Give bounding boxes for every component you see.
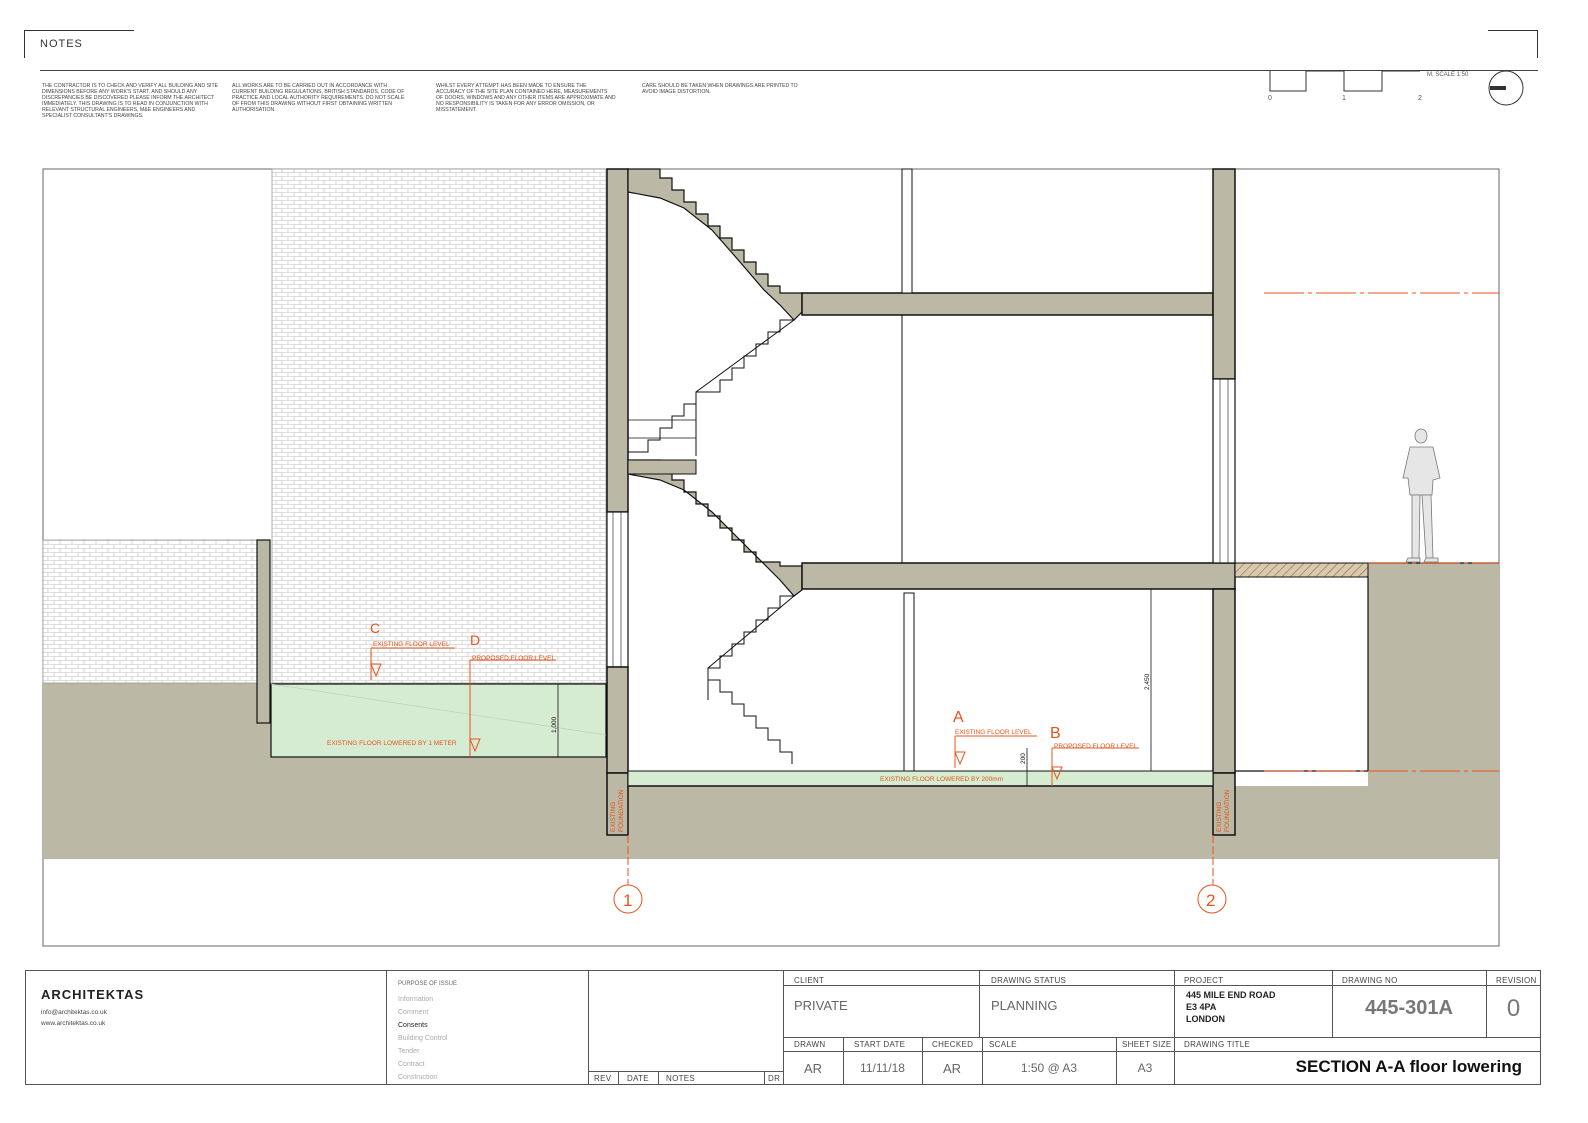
purpose-construction: Construction <box>398 1074 438 1081</box>
drawn-value: AR <box>803 1061 823 1076</box>
left-lowered-note: EXISTING FLOOR LOWERED BY 1 METER <box>327 740 457 747</box>
client-value: PRIVATE <box>794 998 848 1013</box>
company-website[interactable]: www.architektas.co.uk <box>41 1020 105 1027</box>
scale-label: SCALE <box>989 1040 1017 1049</box>
purpose-comment: Comment <box>398 1009 429 1016</box>
rear-wall-upper <box>606 168 629 513</box>
grid-label-1: 1 <box>623 891 632 910</box>
project-line-2: E3 4PA <box>1186 1002 1217 1012</box>
rev-col-rev: REV <box>594 1074 612 1083</box>
dim-200: 200 <box>1020 753 1027 764</box>
rev-col-dr: DR <box>768 1074 781 1083</box>
left-existing-level: EXISTING FLOOR LEVEL <box>373 641 450 648</box>
ground-right <box>1368 563 1499 859</box>
status-value: PLANNING <box>991 998 1058 1013</box>
ground-floor-slab <box>801 562 1236 590</box>
checked-value: AR <box>942 1061 962 1076</box>
drawing-no-label: DRAWING NO <box>1342 976 1398 985</box>
stair-flight-upper <box>627 168 803 321</box>
sheet-size-label: SHEET SIZE <box>1122 1040 1172 1049</box>
foundation-left-line2: FOUNDATION <box>618 789 625 832</box>
marker-a: A <box>953 709 964 726</box>
mid-proposed-level: PROPOSED FLOOR LEVEL <box>1054 743 1137 750</box>
project-address: 445 MILE END ROAD E3 4PA LONDON <box>1186 989 1276 1025</box>
client-label: CLIENT <box>794 976 825 985</box>
boundary-brick-wall <box>42 539 258 684</box>
foundation-right-line2: FOUNDATION <box>1224 789 1231 832</box>
garden-wall <box>256 539 271 724</box>
title-block: ARCHITEKTAS info@architektas.co.uk www.a… <box>25 970 1541 1085</box>
front-window <box>1212 378 1236 564</box>
marker-b: B <box>1050 725 1061 742</box>
mid-existing-level: EXISTING FLOOR LEVEL <box>955 729 1032 736</box>
project-label: PROJECT <box>1184 976 1224 985</box>
scale-person-figure <box>1402 428 1441 563</box>
drawing-title-value: SECTION A-A floor lowering <box>1295 1057 1522 1076</box>
section-drawing: 1 2 C D EXISTING FLOOR LEVEL PROPOSED FL… <box>42 168 1500 947</box>
marker-d: D <box>470 632 480 648</box>
company-email[interactable]: info@architektas.co.uk <box>41 1009 107 1016</box>
drawing-no-value: 445-301A <box>1365 997 1453 1019</box>
purpose-contract: Contract <box>398 1061 425 1068</box>
foundation-right-line1: EXISTING <box>1216 802 1223 832</box>
purpose-list: Information Comment Consents Building Co… <box>398 993 447 1084</box>
purpose-consents: Consents <box>398 1022 428 1029</box>
company-name: ARCHITEKTAS <box>41 987 145 1002</box>
mid-lowered-note: EXISTING FLOOR LOWERED BY 200mm <box>880 776 1003 783</box>
purpose-building-control: Building Control <box>398 1035 448 1042</box>
foundation-left-line1: EXISTING <box>610 802 617 832</box>
sheet-size-value: A3 <box>1137 1061 1153 1075</box>
drawing-title-label: DRAWING TITLE <box>1184 1040 1251 1049</box>
revision-value: 0 <box>1506 995 1521 1022</box>
marker-c: C <box>370 620 380 636</box>
front-wall-upper <box>1212 168 1236 380</box>
front-wall-lower <box>1212 588 1236 774</box>
first-floor-slab <box>801 292 1214 316</box>
checked-label: CHECKED <box>932 1040 974 1049</box>
purpose-information: Information <box>398 996 434 1003</box>
rev-col-notes: NOTES <box>666 1074 696 1083</box>
scale-value: 1:50 @ A3 <box>1020 1061 1078 1075</box>
grid-label-2: 2 <box>1206 891 1215 910</box>
dim-2450: 2,450 <box>1144 673 1151 690</box>
rear-window <box>606 511 629 668</box>
partition-lower <box>903 592 915 772</box>
start-date-label: START DATE <box>854 1040 906 1049</box>
left-proposed-level: PROPOSED FLOOR LEVEL <box>472 655 555 662</box>
revision-label: REVISION <box>1496 976 1537 985</box>
drawn-label: DRAWN <box>794 1040 826 1049</box>
dim-1000: 1,000 <box>551 716 558 733</box>
ground-under-building <box>607 786 1368 859</box>
start-date-value: 11/11/18 <box>860 1061 905 1075</box>
purpose-label: PURPOSE OF ISSUE <box>398 981 458 987</box>
stair-landing <box>627 459 697 475</box>
pavement-slab <box>1234 562 1369 578</box>
rev-col-date: DATE <box>627 1074 649 1083</box>
neighbour-brick-wall <box>271 168 607 684</box>
rear-wall-lower <box>606 666 629 774</box>
status-label: DRAWING STATUS <box>991 976 1067 985</box>
purpose-tender: Tender <box>398 1048 420 1055</box>
partition-upper <box>901 168 913 294</box>
project-line-3: LONDON <box>1186 1014 1225 1024</box>
project-line-1: 445 MILE END ROAD <box>1186 990 1276 1000</box>
stair-flight-lower <box>627 459 803 597</box>
